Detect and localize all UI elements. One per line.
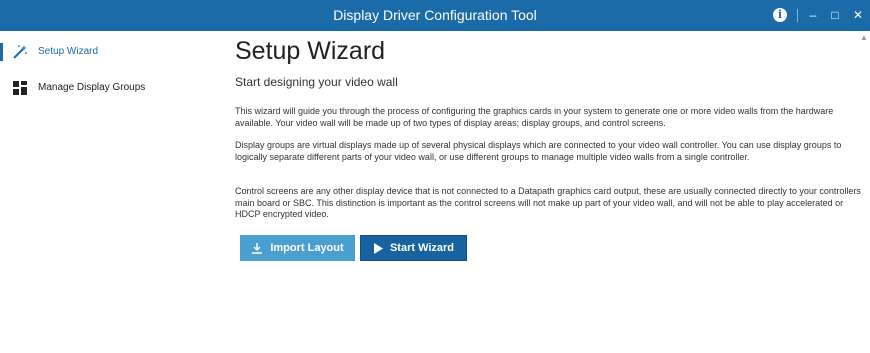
page-subtitle: Start designing your video wall [235, 75, 398, 89]
sidebar: Setup Wizard Manage Display Groups [0, 31, 215, 353]
main-content: Setup Wizard Start designing your video … [215, 31, 870, 353]
active-indicator [0, 43, 3, 61]
title-bar: Display Driver Configuration Tool i – □ … [0, 0, 870, 31]
magic-wand-icon [13, 45, 27, 59]
sidebar-item-label: Manage Display Groups [38, 82, 146, 93]
control-screens-paragraph: Control screens are any other display de… [235, 186, 861, 220]
start-wizard-label: Start Wizard [389, 242, 455, 254]
maximize-button[interactable]: □ [825, 0, 845, 31]
start-wizard-button[interactable]: Start Wizard [360, 235, 467, 261]
import-layout-label: Import Layout [270, 242, 344, 254]
play-icon [373, 242, 383, 254]
close-button[interactable]: ✕ [848, 0, 868, 31]
title-bar-divider [797, 9, 798, 22]
display-groups-paragraph: Display groups are virtual displays made… [235, 140, 842, 162]
window-title: Display Driver Configuration Tool [333, 7, 537, 23]
download-icon [251, 242, 263, 254]
intro-paragraph: This wizard will guide you through the p… [235, 106, 834, 128]
minimize-button[interactable]: – [803, 0, 823, 31]
sidebar-item-setup-wizard[interactable]: Setup Wizard [0, 41, 215, 63]
sidebar-item-manage-display-groups[interactable]: Manage Display Groups [0, 77, 215, 99]
sidebar-item-label: Setup Wizard [38, 46, 99, 57]
page-title: Setup Wizard [235, 37, 386, 65]
info-icon[interactable]: i [773, 8, 787, 22]
grid-icon [13, 81, 27, 95]
scroll-up-arrow-icon[interactable]: ▲ [860, 33, 868, 42]
import-layout-button[interactable]: Import Layout [240, 235, 355, 261]
